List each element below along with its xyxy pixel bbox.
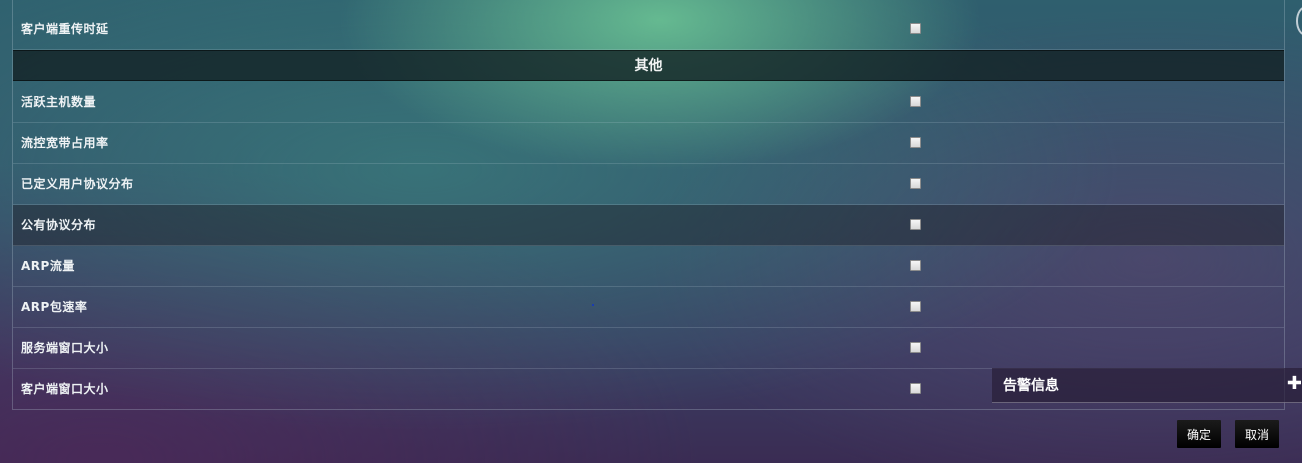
stray-pixel [592,304,594,306]
row-checkbox[interactable] [910,137,921,148]
row-label: 流控宽带占用率 [21,136,109,150]
row-checkbox[interactable] [910,383,921,394]
row-checkbox[interactable] [910,23,921,34]
row-label: 公有协议分布 [21,218,97,232]
row-label: 活跃主机数量 [21,95,97,109]
row-label: 服务端窗口大小 [21,341,109,355]
table-row: 客户端重传时延 [13,9,1284,50]
table-row: 已定义用户协议分布 [13,164,1284,205]
row-label: ARP流量 [21,259,75,273]
row-checkbox[interactable] [910,301,921,312]
row-label: 已定义用户协议分布 [21,177,134,191]
table-row: 公有协议分布 [13,205,1284,246]
cancel-button[interactable]: 取消 [1235,420,1279,448]
table-row: 流控宽带占用率 [13,123,1284,164]
section-header-other: 其他 [13,50,1284,81]
confirm-button[interactable]: 确定 [1177,420,1221,448]
row-checkbox[interactable] [910,219,921,230]
row-checkbox[interactable] [910,342,921,353]
row-checkbox[interactable] [910,260,921,271]
alert-info-panel[interactable]: 告警信息 ✚ [992,368,1302,403]
table-row: ARP流量 [13,246,1284,287]
row-label: 客户端窗口大小 [21,382,109,396]
plus-icon[interactable]: ✚ [1287,374,1302,394]
indicator-table: 客户端重传时延 其他 活跃主机数量 流控宽带占用率 已定义用户协议分布 公有协议… [12,0,1285,410]
alert-panel-title: 告警信息 [1003,378,1059,394]
table-row: 服务端窗口大小 [13,328,1284,369]
row-checkbox[interactable] [910,96,921,107]
window-edge-control[interactable] [1296,6,1302,36]
row-label: 客户端重传时延 [21,22,109,36]
table-row: 活跃主机数量 [13,82,1284,123]
row-label: ARP包速率 [21,300,88,314]
table-row: ARP包速率 [13,287,1284,328]
row-checkbox[interactable] [910,178,921,189]
